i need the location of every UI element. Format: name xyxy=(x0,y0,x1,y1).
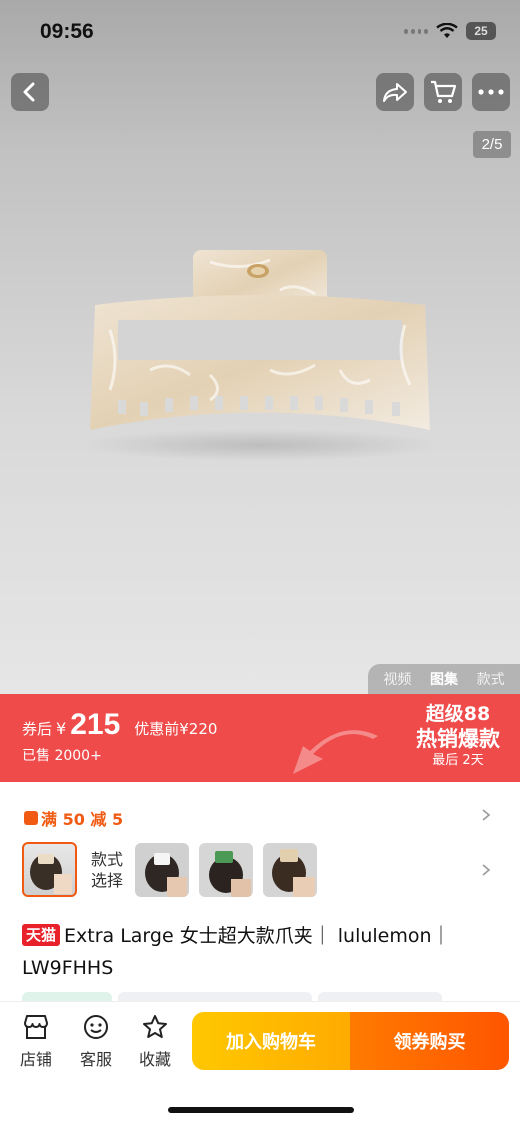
price-value: 215 xyxy=(70,708,121,741)
style-selector[interactable]: 款式 选择 xyxy=(22,842,327,897)
arrow-decoration-icon xyxy=(293,730,378,774)
home-indicator[interactable] xyxy=(168,1107,354,1113)
battery-icon: 25 xyxy=(466,22,496,40)
more-icon xyxy=(478,89,504,95)
original-price: 优惠前¥220 xyxy=(134,720,218,738)
favorite-label: 收藏 xyxy=(138,1050,171,1069)
store-button[interactable]: 店铺 xyxy=(14,1014,58,1070)
style-label-line1: 款式 xyxy=(91,849,124,869)
share-button[interactable] xyxy=(376,73,414,111)
tab-gallery[interactable]: 图集 xyxy=(430,669,458,689)
service-icon xyxy=(84,1015,108,1039)
tmall-badge: 天猫 xyxy=(22,924,61,946)
cart-icon xyxy=(431,80,457,103)
event-title: 超级88 xyxy=(425,703,491,725)
buy-with-coupon-button[interactable]: 领券购买 xyxy=(350,1012,509,1070)
model-thumbnail-icon xyxy=(30,854,72,894)
status-time: 09:56 xyxy=(40,20,94,43)
currency-symbol: ¥ xyxy=(56,719,67,738)
style-label-line2: 选择 xyxy=(91,870,124,890)
after-coupon-label: 券后 xyxy=(22,720,53,738)
service-label: 客服 xyxy=(79,1050,112,1069)
cart-button[interactable] xyxy=(424,73,462,111)
style-thumbnail-2[interactable] xyxy=(135,842,190,897)
style-thumbnail-3[interactable] xyxy=(199,842,254,897)
customer-service-button[interactable]: 客服 xyxy=(74,1014,118,1070)
wifi-icon xyxy=(436,23,458,38)
style-thumbnail-4[interactable] xyxy=(263,842,318,897)
event-subtitle: 热销爆款 xyxy=(416,727,500,751)
gallery-counter: 2/5 xyxy=(473,131,511,158)
status-bar: 09:56 25 xyxy=(0,0,520,64)
more-button[interactable] xyxy=(472,73,510,111)
signal-icon xyxy=(404,28,428,34)
store-icon xyxy=(24,1015,48,1039)
favorite-button[interactable]: 收藏 xyxy=(133,1014,177,1070)
star-icon xyxy=(143,1015,167,1038)
tab-styles[interactable]: 款式 xyxy=(477,669,505,689)
product-title: Extra Large 女士超大款爪夹｜ lululemon｜ LW9FHHS xyxy=(22,925,451,979)
sold-count: 已售 2000+ xyxy=(22,748,102,764)
share-icon xyxy=(383,83,407,102)
product-title-block: 天猫 Extra Large 女士超大款爪夹｜ lululemon｜ LW9FHH… xyxy=(22,920,492,984)
add-to-cart-button[interactable]: 加入购物车 xyxy=(192,1012,350,1070)
model-thumbnail-icon xyxy=(209,850,252,897)
event-badge: 超级88 热销爆款 最后 2天 xyxy=(408,702,508,770)
coupon-row[interactable]: 满 50 减 5 xyxy=(24,806,123,830)
chevron-right-icon[interactable] xyxy=(480,864,492,876)
model-thumbnail-icon xyxy=(145,852,188,897)
media-tabs: 视频 图集 款式 xyxy=(368,664,520,694)
style-thumbnail-1[interactable] xyxy=(22,842,77,897)
model-thumbnail-icon xyxy=(272,848,316,897)
promo-banner: 券后 ¥ 215 优惠前¥220 已售 2000+ 超级88 热销爆款 最后 2… xyxy=(0,694,520,782)
chevron-left-icon xyxy=(23,82,35,102)
product-image-gallery[interactable]: 09:56 25 2/5 视频 图集 款式 xyxy=(0,0,520,694)
tab-video[interactable]: 视频 xyxy=(383,669,411,689)
coupon-tag-icon xyxy=(24,811,38,825)
store-label: 店铺 xyxy=(19,1050,52,1069)
event-countdown: 最后 2天 xyxy=(432,753,484,768)
back-button[interactable] xyxy=(11,73,49,111)
chevron-right-icon[interactable] xyxy=(480,809,492,821)
product-info-panel: 满 50 减 5 款式 选择 天猫 Extra Large 女士超大款爪夹｜ lu… xyxy=(0,782,520,1002)
coupon-text: 满 50 减 5 xyxy=(41,810,124,829)
